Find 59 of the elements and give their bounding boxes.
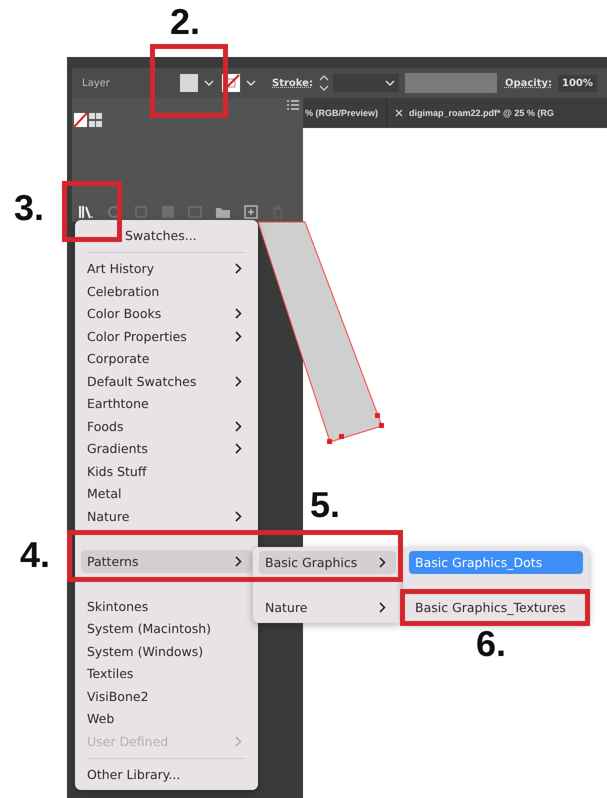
selected-rectangle-shape[interactable]	[255, 220, 387, 446]
new-swatch-icon[interactable]	[244, 205, 258, 219]
menu-item[interactable]: Default Swatches	[81, 370, 252, 392]
chevron-right-icon	[235, 420, 242, 432]
menu-item[interactable]: Basic Graphics	[259, 551, 396, 574]
chevron-right-icon	[235, 510, 242, 522]
menu-item[interactable]: Color Properties	[81, 325, 252, 348]
chevron-down-icon[interactable]	[204, 80, 214, 86]
chevron-right-icon	[235, 443, 242, 454]
step-number: 3.	[14, 190, 44, 226]
menu-item[interactable]: Art History	[81, 258, 252, 280]
panel-menu-icon[interactable]	[287, 100, 299, 110]
step-number: 6.	[476, 626, 506, 662]
menu-item[interactable]: Nature	[81, 505, 252, 528]
menu-item[interactable]: Patterns	[81, 550, 252, 572]
chevron-right-icon	[235, 330, 242, 342]
menu-item[interactable]: Gradients	[81, 438, 252, 460]
chevron-right-icon	[235, 308, 242, 320]
step-number: 5.	[310, 487, 340, 523]
chevron-right-icon	[235, 376, 242, 387]
chevron-right-icon	[235, 556, 242, 567]
menu-item[interactable]: VisiBone2	[81, 685, 252, 708]
step-number: 4.	[20, 537, 50, 573]
color-group-icon[interactable]	[161, 205, 175, 219]
menu-item[interactable]: Textiles	[81, 662, 252, 685]
menu-item[interactable]: System (Windows)	[81, 640, 252, 662]
stroke-label: Stroke:	[272, 78, 313, 88]
chevron-right-icon	[379, 602, 386, 613]
swatch-icon[interactable]	[74, 113, 102, 127]
step-number: 2.	[170, 4, 200, 40]
menu-item[interactable]: Foods	[81, 415, 252, 438]
menu-item[interactable]: Swatches...	[81, 224, 252, 246]
menu-item[interactable]: Metal	[81, 482, 252, 505]
spinner-arrows-icon[interactable]	[318, 74, 329, 92]
chevron-down-icon	[384, 80, 395, 86]
menu-item[interactable]: Web	[81, 708, 252, 730]
opacity-field[interactable]: 100%	[558, 74, 597, 92]
opacity-label: Opacity:	[504, 78, 552, 88]
menu-item[interactable]: Color Books	[81, 302, 252, 325]
menu-item[interactable]: Kids Stuff	[81, 460, 252, 482]
object-type-label: Layer	[82, 78, 111, 88]
library-icon[interactable]	[78, 205, 94, 219]
chevron-right-icon	[235, 263, 242, 274]
chevron-right-icon	[235, 736, 242, 747]
menu-item[interactable]: Basic Graphics_Textures	[409, 596, 583, 618]
highlight-frame	[62, 181, 122, 242]
swatch-options-icon[interactable]	[134, 205, 148, 219]
document-tab[interactable]: digimap_roam22.pdf* @ 25 % (RG	[387, 98, 554, 128]
menu-item[interactable]: Other Library...	[81, 764, 252, 786]
menu-item[interactable]: Skintones	[81, 595, 252, 618]
menu-item[interactable]: Nature	[259, 596, 396, 618]
close-icon[interactable]	[395, 109, 404, 117]
menu-item[interactable]: Corporate	[81, 348, 252, 370]
chevron-down-icon[interactable]	[246, 80, 256, 86]
chevron-right-icon	[379, 556, 386, 568]
menu-item[interactable]: Celebration	[81, 280, 252, 302]
fill-swatch[interactable]	[180, 74, 198, 92]
menu-item[interactable]: System (Macintosh)	[81, 618, 252, 640]
menu-item[interactable]: Earthtone	[81, 392, 252, 415]
